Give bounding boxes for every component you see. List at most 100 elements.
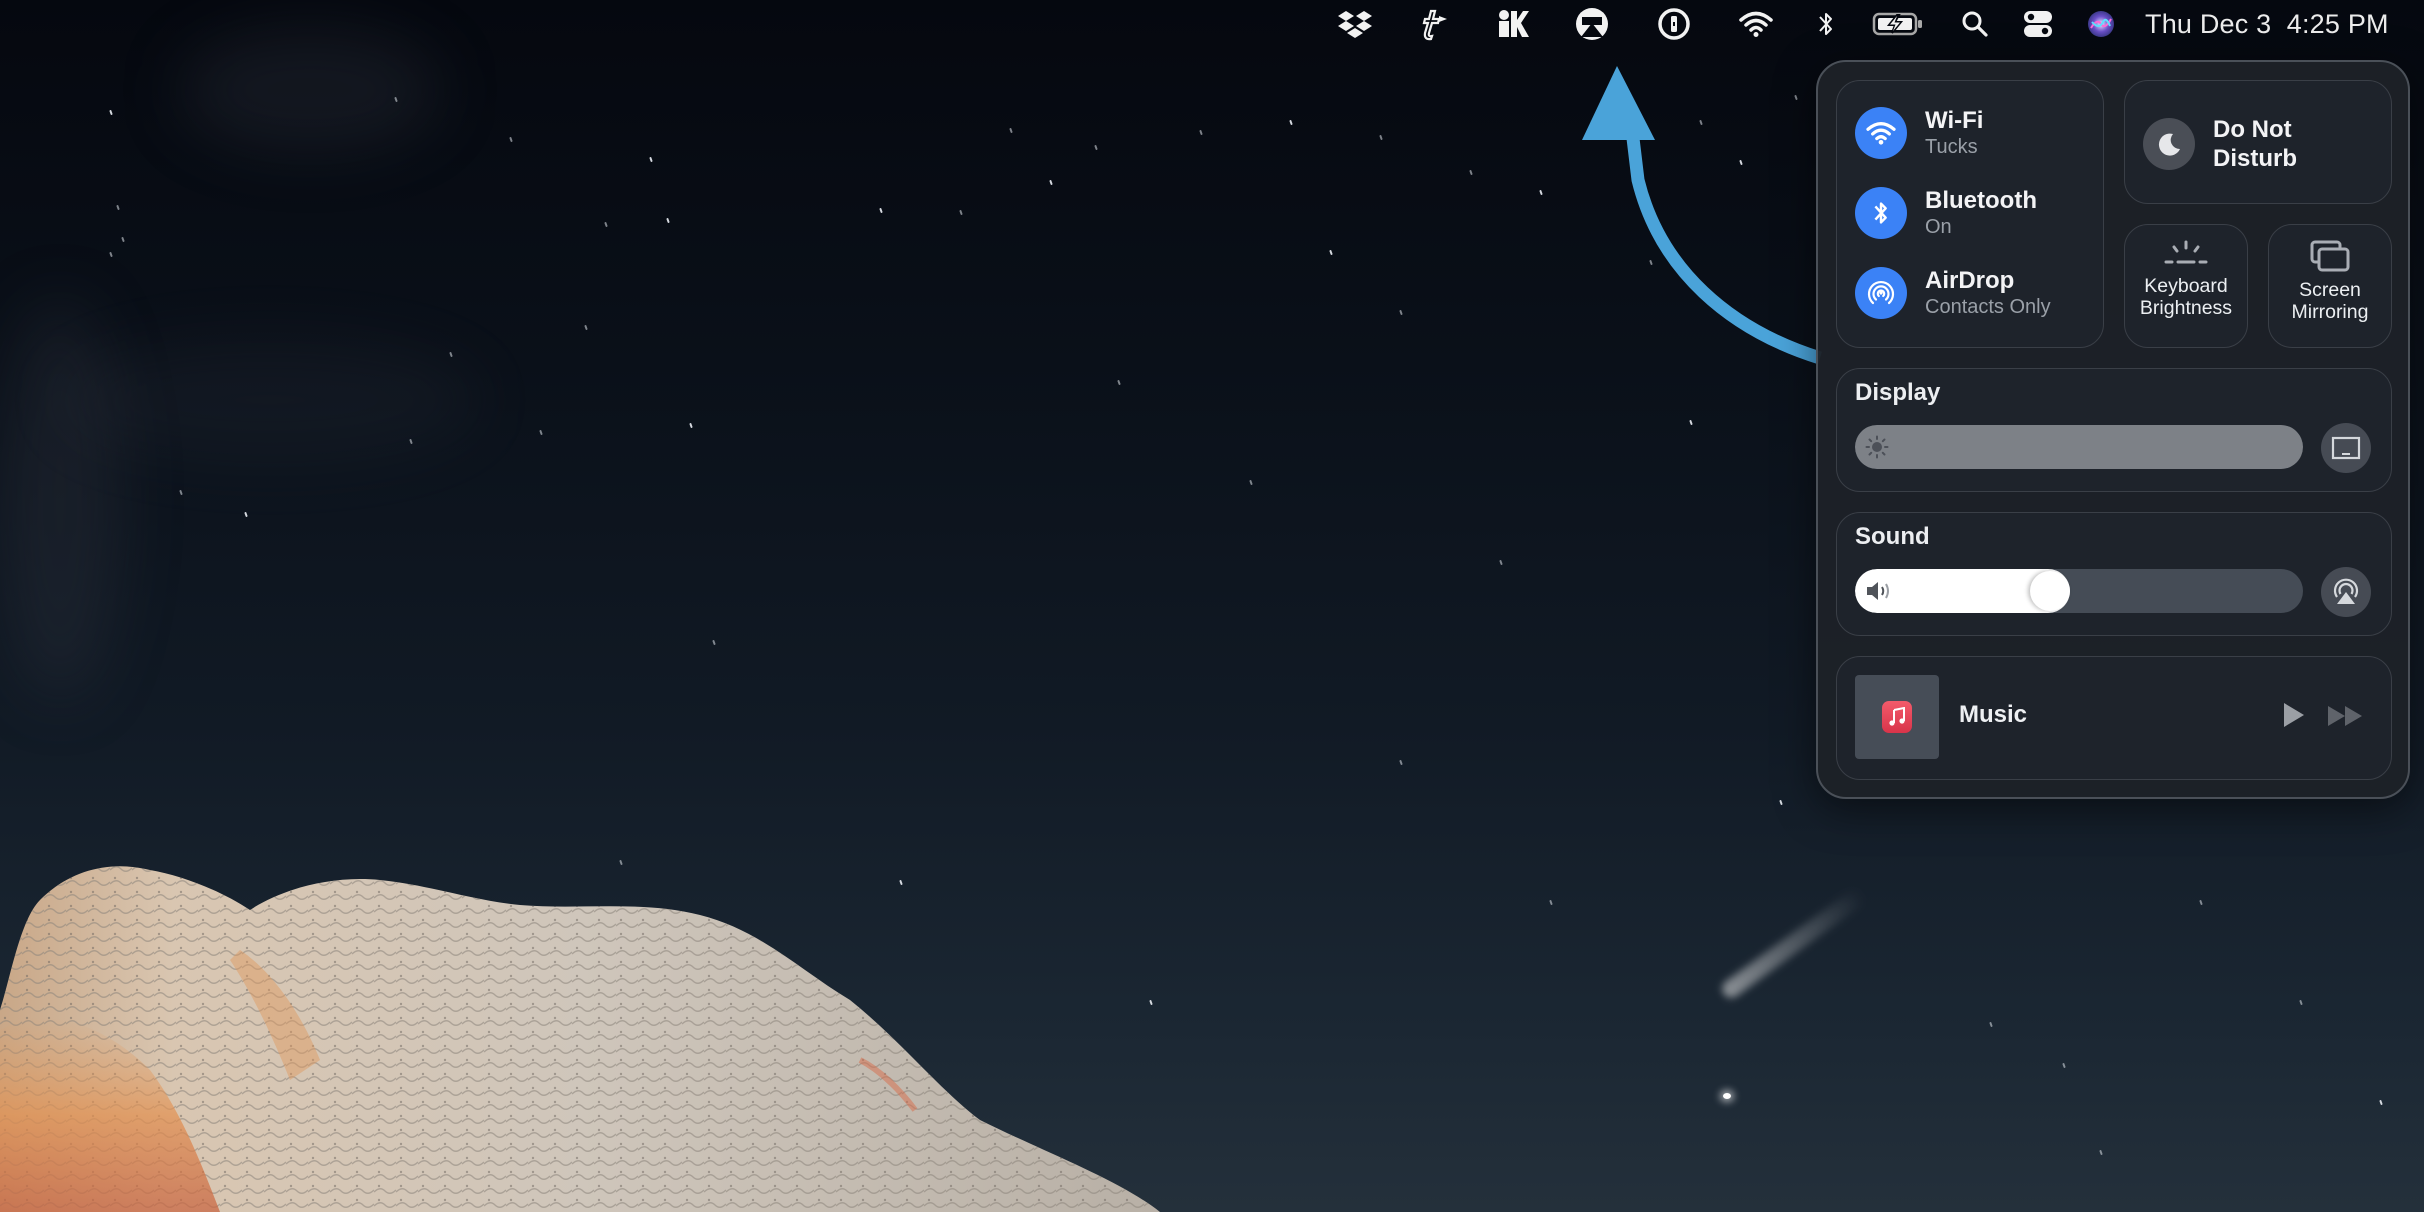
display-title: Display bbox=[1855, 379, 1941, 406]
wifi-icon[interactable] bbox=[1738, 8, 1774, 40]
moon-icon bbox=[2158, 133, 2180, 156]
screen-mirroring-icon bbox=[2310, 240, 2350, 272]
sound-module: Sound bbox=[1836, 512, 2392, 636]
star bbox=[1689, 419, 1693, 426]
do-not-disturb-label-line1: Do Not bbox=[2213, 116, 2292, 143]
comet-tail bbox=[1718, 886, 1867, 1002]
star bbox=[649, 156, 653, 163]
airdrop-status: Contacts Only bbox=[1925, 296, 2051, 318]
bluetooth-status: On bbox=[1925, 216, 1952, 238]
spotlight-search-icon[interactable] bbox=[1960, 8, 1990, 40]
bluetooth-label: Bluetooth bbox=[1925, 187, 2037, 214]
star bbox=[2062, 1062, 2066, 1069]
music-app-icon bbox=[1882, 701, 1912, 733]
star bbox=[604, 221, 608, 228]
battery-charging-icon bbox=[1872, 8, 1924, 40]
star bbox=[109, 109, 113, 116]
fast-forward-button[interactable] bbox=[2327, 705, 2365, 727]
control-center-panel: Wi-Fi Tucks Bluetooth On AirDrop Contact… bbox=[1816, 60, 2410, 799]
time-text: 4:25 PM bbox=[2286, 8, 2389, 39]
display-icon bbox=[2331, 436, 2361, 460]
display-settings-button[interactable] bbox=[2321, 423, 2371, 473]
dropbox-icon[interactable] bbox=[1336, 8, 1374, 40]
klokki-icon[interactable] bbox=[1496, 8, 1530, 40]
star bbox=[1289, 119, 1293, 126]
play-button[interactable] bbox=[2281, 701, 2307, 729]
connectivity-module: Wi-Fi Tucks Bluetooth On AirDrop Contact… bbox=[1836, 80, 2104, 348]
do-not-disturb-button[interactable] bbox=[2143, 118, 2195, 170]
siri-icon[interactable] bbox=[2086, 8, 2116, 40]
star bbox=[584, 324, 588, 331]
star bbox=[179, 489, 183, 496]
screen-mirroring-label-line1: Screen bbox=[2299, 279, 2361, 301]
star bbox=[121, 236, 125, 243]
star bbox=[109, 251, 113, 258]
keyboard-brightness-button[interactable]: Keyboard Brightness bbox=[2124, 224, 2248, 348]
now-playing-title: Music bbox=[1959, 701, 2028, 728]
keyboard-brightness-label-line2: Brightness bbox=[2139, 297, 2233, 319]
star bbox=[879, 207, 883, 214]
wifi-network-name: Tucks bbox=[1925, 136, 1978, 158]
star bbox=[1249, 479, 1253, 486]
keyboard-brightness-label-line1: Keyboard bbox=[2144, 275, 2228, 297]
wifi-toggle[interactable]: Wi-Fi Tucks bbox=[1855, 107, 1983, 159]
screen-mirroring-label-line2: Mirroring bbox=[2291, 301, 2369, 323]
star bbox=[1399, 759, 1403, 766]
star bbox=[2379, 1099, 2383, 1106]
star bbox=[1049, 179, 1053, 186]
do-not-disturb-toggle[interactable]: Do Not Disturb bbox=[2124, 80, 2392, 204]
wifi-button[interactable] bbox=[1855, 107, 1907, 159]
do-not-disturb-label-line2: Disturb bbox=[2213, 145, 2297, 172]
bluetooth-icon[interactable] bbox=[1814, 8, 1838, 40]
star bbox=[244, 511, 248, 518]
bluetooth-toggle[interactable]: Bluetooth On bbox=[1855, 187, 2037, 239]
volume-slider[interactable] bbox=[1855, 569, 2303, 613]
star bbox=[1117, 379, 1121, 386]
star bbox=[1199, 129, 1203, 136]
star bbox=[1379, 134, 1383, 141]
star bbox=[2199, 899, 2203, 906]
menu-bar-clock[interactable]: Thu Dec 3 4:25 PM bbox=[2145, 8, 2389, 40]
star bbox=[689, 422, 693, 429]
star bbox=[1499, 559, 1503, 566]
keyboard-brightness-icon bbox=[2164, 240, 2208, 264]
now-playing-module[interactable]: Music bbox=[1836, 656, 2392, 780]
album-art bbox=[1855, 675, 1939, 759]
speaker-icon bbox=[1867, 582, 1889, 600]
sound-title: Sound bbox=[1855, 523, 1930, 550]
star bbox=[116, 204, 120, 211]
typeeto-icon[interactable] bbox=[1418, 8, 1452, 41]
star bbox=[539, 429, 543, 436]
airdrop-toggle[interactable]: AirDrop Contacts Only bbox=[1855, 267, 2051, 319]
star bbox=[1469, 169, 1473, 176]
wifi-icon bbox=[1866, 122, 1896, 145]
star bbox=[1329, 249, 1333, 256]
control-center-icon[interactable] bbox=[2022, 8, 2054, 40]
date-text: Thu Dec 3 bbox=[2145, 8, 2272, 39]
star bbox=[2099, 1149, 2103, 1156]
star bbox=[1549, 899, 1553, 906]
airdrop-icon bbox=[1867, 281, 1895, 305]
airdrop-label: AirDrop bbox=[1925, 267, 2015, 294]
star bbox=[1009, 127, 1013, 134]
brightness-slider[interactable] bbox=[1855, 425, 2303, 469]
bluetooth-button[interactable] bbox=[1855, 187, 1907, 239]
annotation-arrow bbox=[1582, 66, 1822, 365]
sun-icon bbox=[1865, 435, 1889, 459]
airplay-audio-icon bbox=[2333, 578, 2359, 604]
star bbox=[712, 639, 716, 646]
star bbox=[1779, 799, 1783, 806]
star bbox=[1989, 1021, 1993, 1028]
airdrop-button[interactable] bbox=[1855, 267, 1907, 319]
airserver-icon[interactable] bbox=[1574, 8, 1610, 40]
star bbox=[2299, 999, 2303, 1006]
brightness-slider-fill bbox=[1855, 425, 2303, 469]
screen-mirroring-button[interactable]: Screen Mirroring bbox=[2268, 224, 2392, 348]
menu-bar: Thu Dec 3 4:25 PM bbox=[0, 0, 2424, 48]
star bbox=[509, 136, 513, 143]
rock-formation bbox=[0, 866, 1160, 1212]
airplay-audio-button[interactable] bbox=[2321, 567, 2371, 617]
1password-icon[interactable] bbox=[1656, 8, 1692, 40]
wifi-label: Wi-Fi bbox=[1925, 107, 1984, 134]
star bbox=[1399, 309, 1403, 316]
